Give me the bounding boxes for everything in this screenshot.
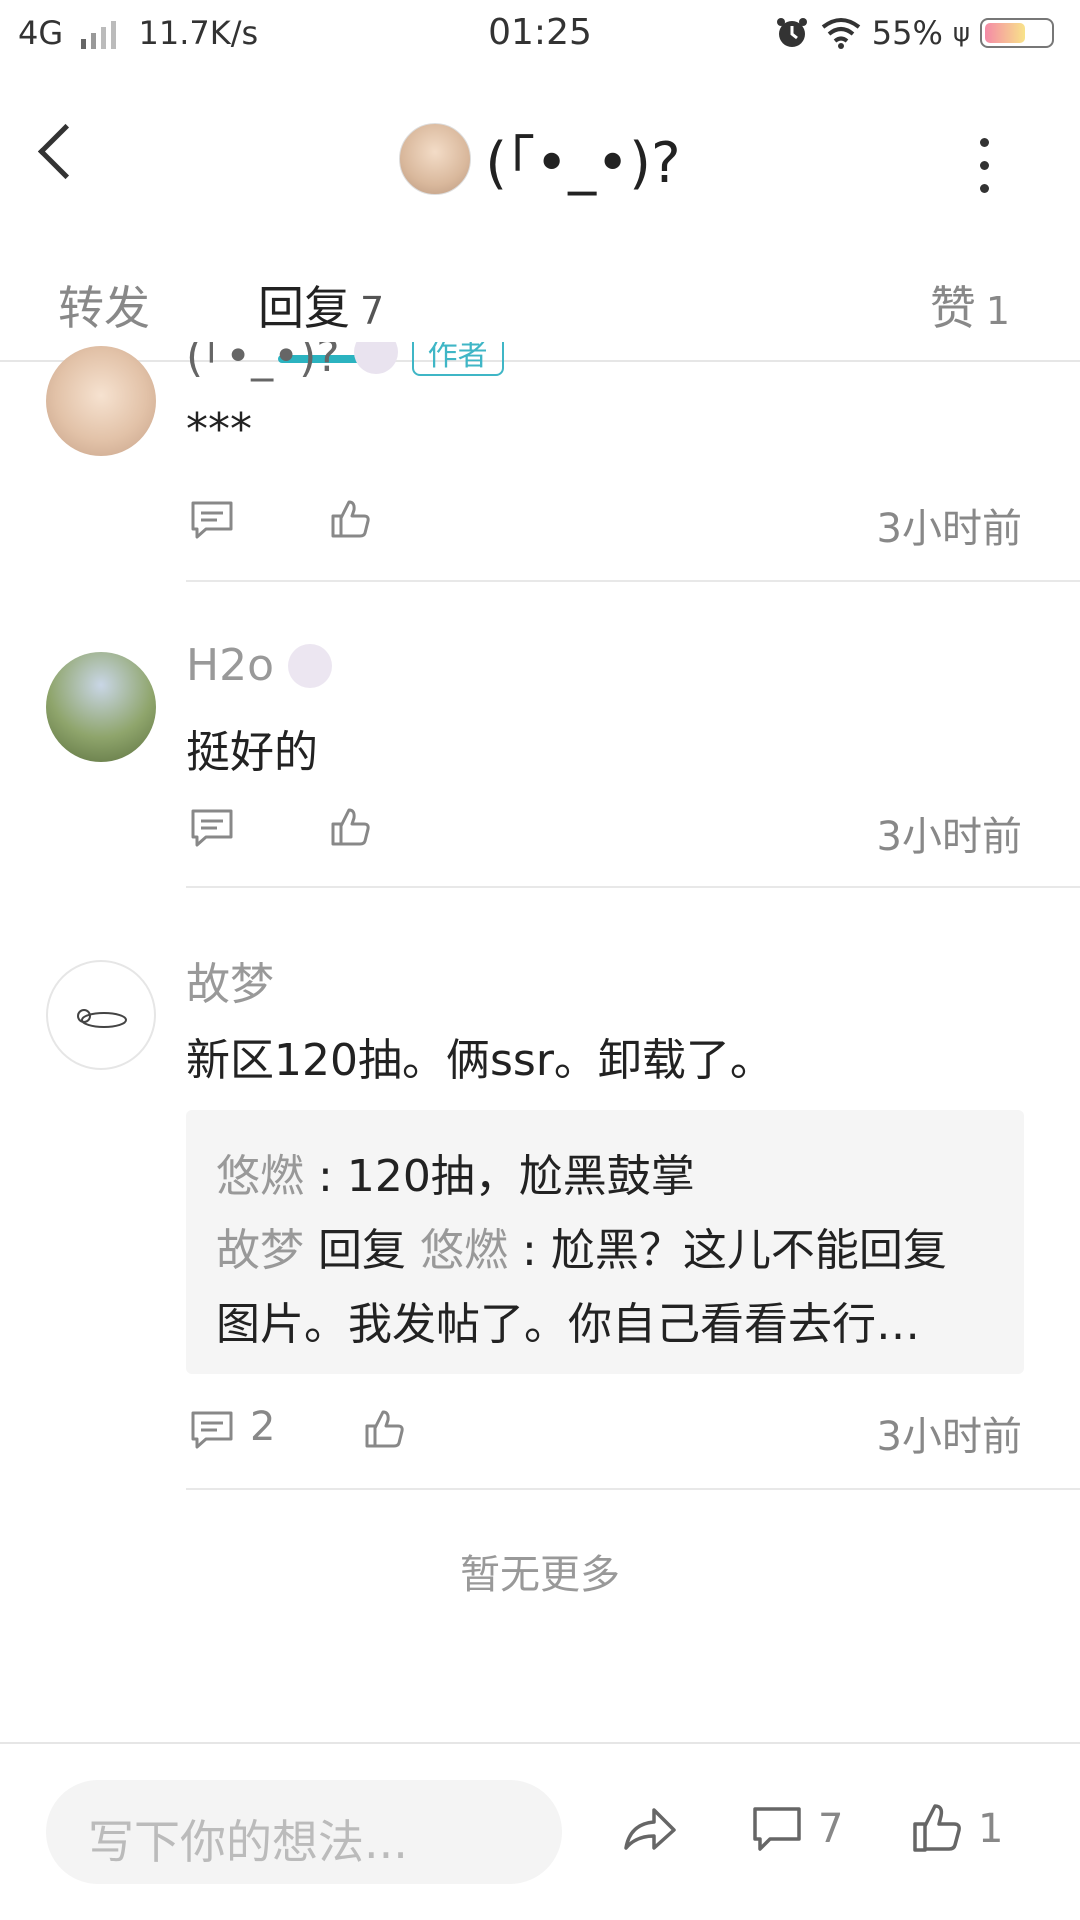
reply-author[interactable]: 故梦 (216, 1225, 304, 1276)
like-icon[interactable] (330, 806, 372, 848)
avatar[interactable] (399, 122, 472, 195)
comment-icon[interactable] (752, 1806, 802, 1854)
comment-author[interactable]: H2o (186, 640, 274, 691)
comment-author-row: (｢•_•)? 作者 (186, 342, 786, 386)
header: (｢•_•)? (0, 118, 1080, 199)
tab-like-label: 赞 (929, 281, 976, 335)
like-icon[interactable] (330, 498, 372, 540)
comment-text: 新区120抽。俩ssr。卸载了。 (186, 1035, 774, 1086)
divider (186, 886, 1080, 888)
no-more-note: 暂无更多 (460, 1552, 620, 1598)
status-bar: 4G 11.7K/s 01:25 55% ψ (0, 0, 1080, 70)
comment-icon[interactable] (190, 1410, 234, 1450)
comment-author-row: H2o (186, 640, 332, 691)
avatar[interactable] (46, 346, 156, 456)
wifi-icon (821, 18, 860, 49)
reply-sep: : (522, 1225, 537, 1276)
more-options-icon[interactable] (980, 138, 990, 207)
comment-icon[interactable] (190, 808, 234, 848)
author-badge: 作者 (411, 342, 504, 376)
tab-reply-count: 7 (360, 289, 385, 333)
avatar[interactable] (46, 960, 156, 1070)
comment-time: 3小时前 (876, 814, 1022, 860)
comment-author[interactable]: (｢•_•)? (186, 342, 340, 384)
comment-time: 3小时前 (876, 506, 1022, 552)
like-count: 1 (978, 1806, 1004, 1852)
reply-count: 2 (250, 1404, 276, 1450)
like-icon[interactable] (912, 1802, 962, 1854)
reply-preview-box[interactable]: 悠燃 : 120抽，尬黑鼓掌 故梦 回复 悠燃 : 尬黑？这儿不能回复 图片。我… (186, 1110, 1024, 1374)
sticker-icon (288, 643, 332, 688)
reply-line: 悠燃 : 120抽，尬黑鼓掌 (216, 1140, 695, 1204)
avatar[interactable] (46, 652, 156, 762)
alarm-icon (776, 18, 807, 47)
charging-icon: ψ (952, 18, 970, 48)
like-icon[interactable] (364, 1408, 406, 1450)
comment-icon[interactable] (190, 500, 234, 540)
tab-reply-label: 回复 (258, 281, 350, 335)
reply-text: 尬黑？这儿不能回复 (550, 1225, 947, 1276)
comment-count: 7 (818, 1806, 844, 1852)
tab-reply[interactable]: 回复 7 (258, 272, 384, 338)
reply-sep: : (318, 1151, 333, 1202)
battery-icon (980, 18, 1054, 48)
comment-text: 挺好的 (186, 727, 318, 778)
reply-author[interactable]: 悠燃 (216, 1151, 304, 1202)
tab-like[interactable]: 赞1 (930, 272, 1010, 338)
reply-text: 120抽，尬黑鼓掌 (346, 1151, 695, 1202)
divider (186, 1488, 1080, 1490)
tab-like-count: 1 (985, 289, 1010, 333)
reply-line: 故梦 回复 悠燃 : 尬黑？这儿不能回复 (216, 1214, 947, 1278)
reply-target[interactable]: 悠燃 (420, 1225, 508, 1276)
page-title: (｢•_•)? (485, 131, 681, 196)
status-right: 55% ψ (774, 14, 1054, 52)
tab-repost-label: 转发 (58, 281, 150, 335)
comment-input-placeholder: 写下你的想法... (88, 1815, 408, 1869)
bottom-divider (0, 1742, 1080, 1744)
battery-percent: 55% (871, 14, 943, 52)
sticker-icon (353, 342, 398, 374)
divider (186, 580, 1080, 582)
comment-time: 3小时前 (876, 1414, 1022, 1460)
reply-text-continued: 图片。我发帖了。你自己看看去行… (216, 1299, 920, 1350)
share-icon[interactable] (622, 1804, 678, 1854)
tab-repost[interactable]: 转发 (58, 272, 150, 338)
reply-word: 回复 (318, 1225, 406, 1276)
comment-text: *** (186, 404, 252, 455)
comment-author[interactable]: 故梦 (186, 948, 274, 1012)
